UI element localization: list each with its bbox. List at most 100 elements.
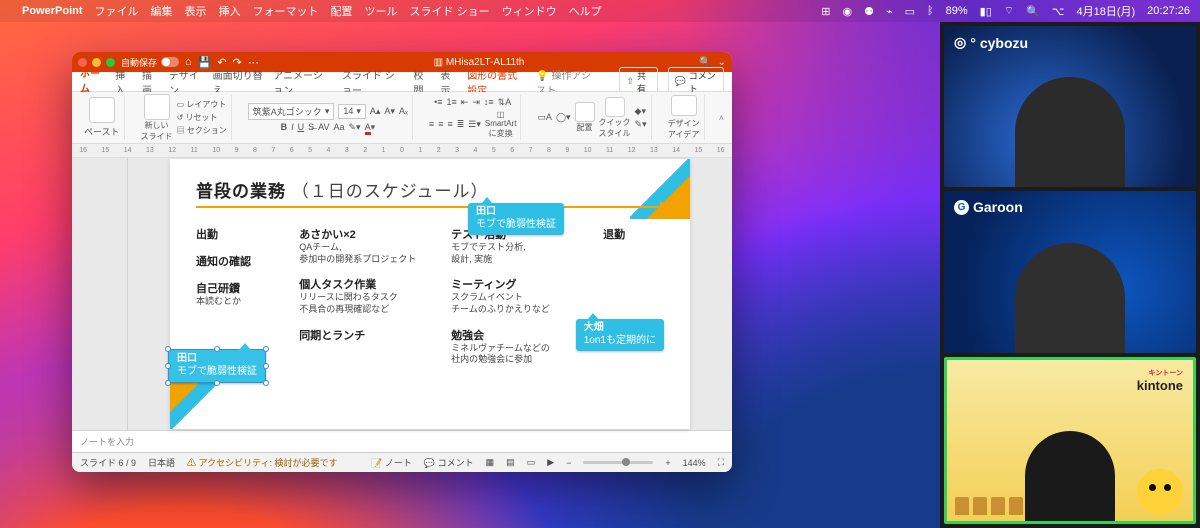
menu-window[interactable]: ウィンドウ (502, 3, 557, 19)
slide-canvas-area[interactable]: 普段の業務 （１日のスケジュール） 田口 モブで脆弱性検証 出勤 通知の確認 自… (128, 158, 732, 430)
zoom-in-icon[interactable]: + (665, 458, 670, 468)
shrink-font-icon[interactable]: A▾ (384, 106, 395, 117)
kintone-mascot-icon (1137, 469, 1183, 515)
align-right-icon[interactable]: ≡ (447, 119, 452, 129)
paste-icon[interactable] (89, 97, 115, 123)
battery-icon[interactable]: ▮▯ (980, 5, 992, 18)
arrange-icon[interactable] (575, 102, 595, 122)
zoom-slider[interactable] (583, 461, 653, 464)
status-user-icon[interactable]: ⚉ (864, 5, 874, 18)
resize-handle[interactable] (165, 363, 171, 369)
callout-ohata[interactable]: 大畑 1on1も定期的に (576, 319, 664, 351)
align-center-icon[interactable]: ≡ (438, 119, 443, 129)
menubar-date[interactable]: 4月18日(月) (1076, 3, 1135, 19)
normal-view-icon[interactable]: ▦ (486, 457, 495, 468)
slide-thumbnail-rail[interactable] (72, 158, 128, 430)
zoom-percent[interactable]: 144% (683, 458, 706, 468)
columns-icon[interactable]: ☰▾ (468, 119, 481, 130)
wifi-icon[interactable]: ⌔ (1004, 4, 1014, 18)
resize-handle[interactable] (263, 346, 269, 352)
textbox-icon[interactable]: ▭A (537, 112, 552, 123)
fullscreen-icon[interactable] (106, 58, 115, 67)
new-slide-icon[interactable] (144, 94, 170, 120)
language-status[interactable]: 日本語 (148, 456, 175, 469)
section-button[interactable]: ▤ セクション (177, 125, 227, 136)
shape-fill-icon[interactable]: ◆▾ (635, 106, 647, 117)
accessibility-status[interactable]: ⚠ アクセシビリティ: 検討が必要です (187, 456, 338, 469)
indent-decrease-icon[interactable]: ⇤ (461, 97, 469, 108)
font-name-select[interactable]: 筑紫A丸ゴシック ▾ (248, 103, 335, 120)
collapse-ribbon-icon[interactable]: ˄ (719, 113, 724, 123)
clear-format-icon[interactable]: Aₓ (399, 106, 408, 116)
resize-handle[interactable] (214, 346, 220, 352)
titlebar-chevron-icon[interactable]: ⌄ (718, 57, 726, 68)
ruler-mark: 2 (363, 147, 367, 154)
notes-toggle[interactable]: 📝 ノート (371, 456, 412, 469)
reset-button[interactable]: ↺ リセット (177, 112, 227, 123)
menu-slideshow[interactable]: スライド ショー (410, 3, 490, 19)
resize-handle[interactable] (263, 363, 269, 369)
app-name[interactable]: PowerPoint (22, 5, 83, 17)
highlight-icon[interactable]: ✎▾ (349, 122, 361, 133)
align-left-icon[interactable]: ≡ (429, 119, 434, 129)
bold-icon[interactable]: B (281, 122, 288, 132)
layout-button[interactable]: ▭ レイアウト (177, 99, 227, 110)
resize-handle[interactable] (165, 346, 171, 352)
italic-icon[interactable]: I (291, 122, 294, 132)
video-tile-garoon[interactable]: G Garoon (944, 191, 1196, 352)
text-direction-icon[interactable]: ⇅A (498, 97, 512, 108)
fit-to-window-icon[interactable]: ⛶ (718, 457, 724, 468)
underline-icon[interactable]: U (298, 122, 305, 132)
reading-view-icon[interactable]: ▭ (527, 457, 536, 468)
menu-file[interactable]: ファイル (95, 3, 139, 19)
slide[interactable]: 普段の業務 （１日のスケジュール） 田口 モブで脆弱性検証 出勤 通知の確認 自… (170, 159, 690, 429)
menu-edit[interactable]: 編集 (151, 3, 173, 19)
justify-icon[interactable]: ≣ (457, 119, 465, 130)
callout-taguchi-top[interactable]: 田口 モブで脆弱性検証 (468, 203, 564, 235)
comments-toggle[interactable]: 💬 コメント (424, 456, 474, 469)
battery-percent[interactable]: 89% (946, 5, 968, 17)
status-record-icon[interactable]: ◉ (842, 5, 852, 18)
callout-taguchi-selected[interactable]: 田口 モブで脆弱性検証 (168, 349, 266, 383)
status-extra-icon[interactable]: ⊞ (821, 5, 830, 18)
menu-view[interactable]: 表示 (185, 3, 207, 19)
numbering-icon[interactable]: 1≡ (447, 97, 457, 107)
quick-styles-icon[interactable] (605, 97, 625, 117)
resize-handle[interactable] (263, 380, 269, 386)
video-tile-kintone-active[interactable]: キントーン kintone (944, 357, 1196, 524)
status-camera-icon[interactable]: ⌁ (886, 5, 893, 18)
menu-arrange[interactable]: 配置 (331, 3, 353, 19)
menu-help[interactable]: ヘルプ (569, 3, 602, 19)
spacing-icon[interactable]: Aa (333, 122, 344, 132)
menu-format[interactable]: フォーマット (253, 3, 319, 19)
shape-outline-icon[interactable]: ✎▾ (635, 119, 647, 130)
font-color-icon[interactable]: A▾ (365, 122, 376, 133)
menu-tools[interactable]: ツール (365, 3, 398, 19)
menu-insert[interactable]: 挿入 (219, 3, 241, 19)
status-monitor-icon[interactable]: ▭ (905, 5, 915, 18)
resize-handle[interactable] (165, 380, 171, 386)
slide-counter[interactable]: スライド 6 / 9 (80, 456, 136, 469)
bullets-icon[interactable]: •≡ (434, 97, 442, 107)
slideshow-view-icon[interactable]: ▶ (547, 457, 554, 468)
menubar-time[interactable]: 20:27:26 (1147, 5, 1190, 17)
shapes-icon[interactable]: ◯▾ (556, 112, 571, 123)
shadow-icon[interactable]: AV (318, 122, 329, 132)
line-spacing-icon[interactable]: ↕≡ (484, 97, 494, 107)
grow-font-icon[interactable]: A▴ (370, 106, 381, 117)
smartart-icon[interactable]: ◫ (497, 110, 505, 119)
spotlight-icon[interactable]: 🔍 (1026, 5, 1040, 18)
indent-increase-icon[interactable]: ⇥ (472, 97, 480, 108)
sorter-view-icon[interactable]: ▤ (506, 457, 515, 468)
zoom-out-icon[interactable]: − (566, 458, 571, 468)
search-icon[interactable]: 🔍 (699, 57, 711, 68)
control-center-icon[interactable]: ⌥ (1052, 5, 1065, 18)
toggle-switch-icon[interactable] (161, 57, 179, 67)
video-tile-cybozu[interactable]: ◎ °cybozu (944, 26, 1196, 187)
bluetooth-icon[interactable]: ᛒ (927, 5, 934, 17)
designer-icon[interactable] (671, 95, 697, 116)
resize-handle[interactable] (214, 380, 220, 386)
font-size-select[interactable]: 14 ▾ (338, 104, 366, 119)
notes-pane[interactable]: ノートを入力 (72, 430, 732, 452)
strikethrough-icon[interactable]: S̶ (308, 122, 314, 132)
